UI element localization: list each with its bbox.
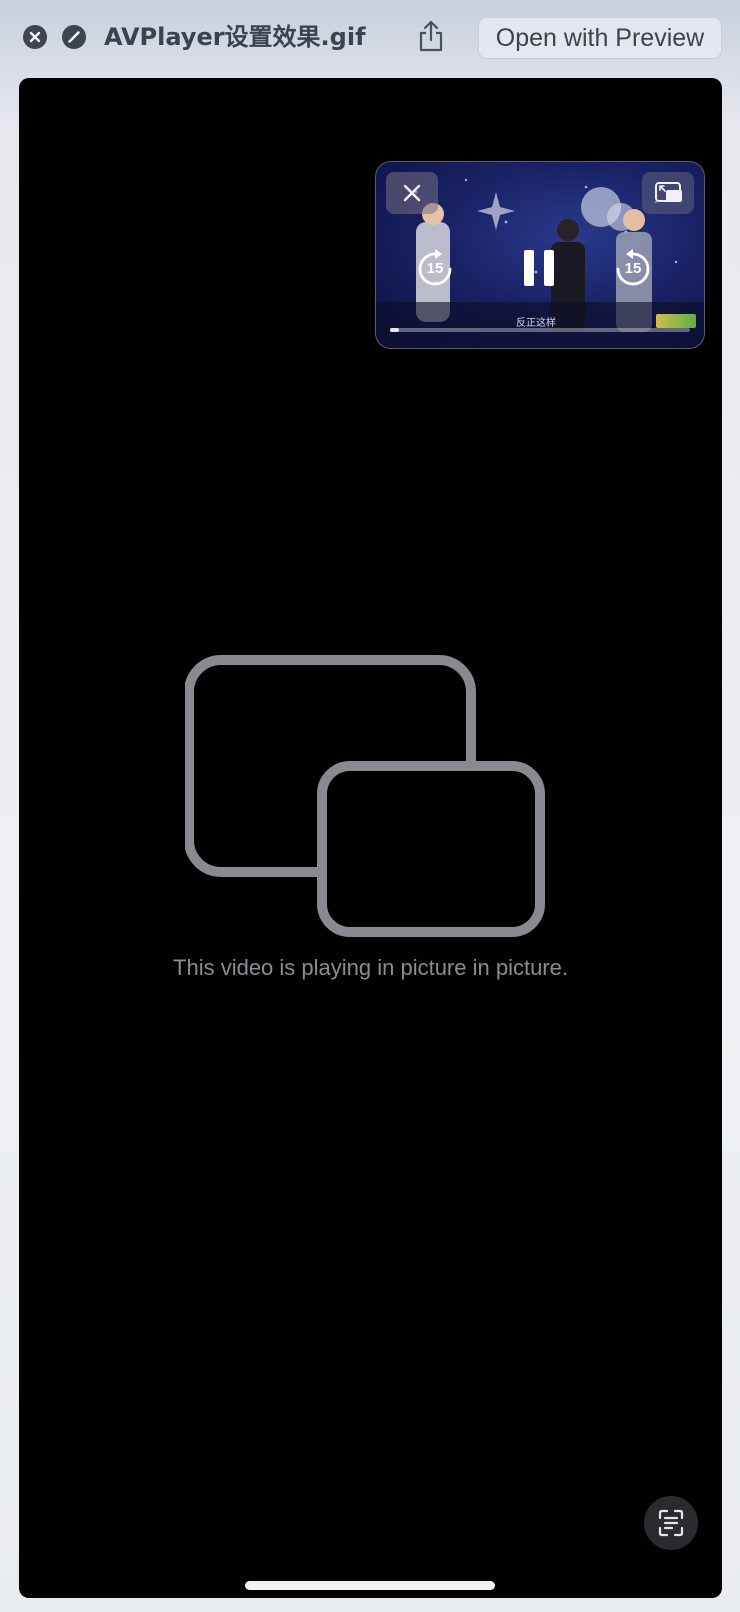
close-circle-icon[interactable]: [23, 25, 47, 49]
pip-progress-fill: [390, 328, 399, 332]
title-bar: AVPlayer设置效果.gif Open with Preview: [0, 0, 740, 74]
pip-progress-bar[interactable]: [390, 328, 690, 332]
skip-forward-15-icon[interactable]: 15: [614, 248, 652, 293]
open-with-preview-button[interactable]: Open with Preview: [478, 17, 722, 59]
pip-subtitle: 反正这样: [516, 318, 556, 329]
picture-in-picture-icon: [184, 655, 551, 950]
disable-circle-icon[interactable]: [62, 25, 86, 49]
skip-back-seconds-label: 15: [426, 260, 444, 277]
share-icon[interactable]: [416, 18, 446, 54]
home-indicator[interactable]: [245, 1581, 495, 1590]
skip-back-15-icon[interactable]: 15: [416, 248, 454, 293]
video-screen: 15 15 反正这样 This video is playing in pict…: [19, 78, 722, 1598]
pause-icon[interactable]: [522, 248, 556, 293]
pip-restore-icon[interactable]: [642, 172, 694, 214]
channel-logo: [656, 314, 696, 328]
pip-status-message: This video is playing in picture in pict…: [173, 955, 568, 980]
pip-window[interactable]: 15 15 反正这样: [375, 161, 705, 349]
window-title: AVPlayer设置效果.gif: [104, 23, 366, 51]
close-icon[interactable]: [386, 172, 438, 214]
skip-forward-seconds-label: 15: [624, 260, 642, 277]
live-text-icon[interactable]: [644, 1496, 698, 1550]
